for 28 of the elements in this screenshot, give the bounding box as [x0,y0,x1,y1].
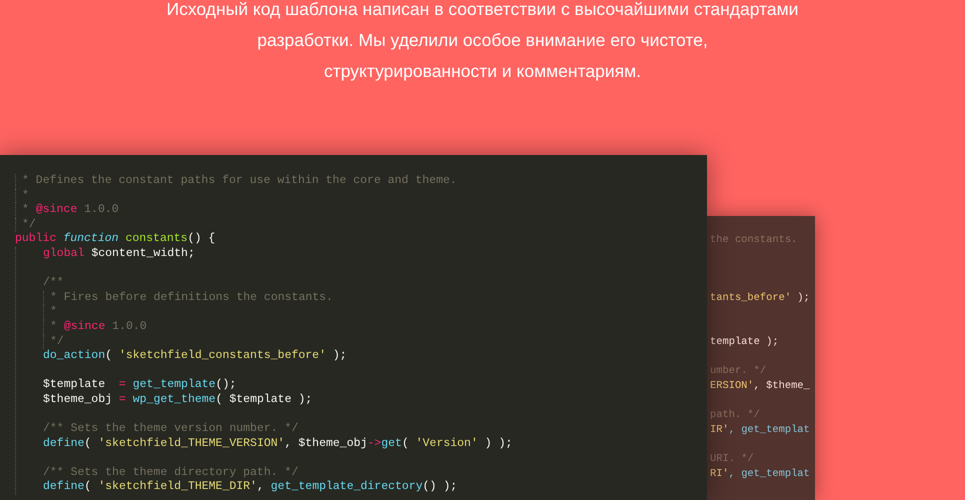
code-line: * Defines the constant paths for use within the core and theme. [22,174,457,187]
intro-paragraph: Исходный код шаблона написан в соответствии с высочайшими стандартами разработки. Мы уделили особое внимание его чистоте, структурированности и комментариям. [166,0,798,83]
code-line: define( 'sketchfield_THEME_VERSION', $theme_obj->get( 'Version' ) ); [43,436,512,450]
code-line: ERSION', $theme_ [710,380,810,392]
code-line: global $content_width; [43,246,195,260]
code-line: /** Sets the theme version number. */ [43,422,298,436]
code-line: define( 'sketchfield_THEME_DIR', get_template_directory() ); [43,480,458,494]
code-line: */ [22,218,36,231]
code-line: umber. */ [710,365,766,378]
code-line: */ [50,334,64,348]
code-line: path. */ [710,409,760,422]
code-line: /** Sets the theme directory path. */ [43,466,298,479]
code-line: * [50,305,57,318]
code-line: $theme_obj = wp_get_theme( $template ); [43,392,312,406]
code-line: * Fires before definitions the constants. [50,290,333,304]
code-line: * [22,188,29,202]
code-line: $template = get_template(); [43,378,236,392]
code-line: IR', get_templat [710,424,810,436]
code-line: tants_before' ); [710,292,810,304]
code-line: * @since 1.0.0 [50,320,147,333]
code-line: the constants. [710,234,798,246]
code-line: public function constants() { [15,232,216,246]
code-line: * @since 1.0.0 [22,203,119,216]
code-line: do_action( 'sketchfield_constants_before' ); [43,349,347,362]
code-line: URI. */ [710,452,754,465]
code-line: RI', get_templat [710,468,810,480]
code-line: template ); [710,336,779,348]
code-line: /** [43,276,64,290]
